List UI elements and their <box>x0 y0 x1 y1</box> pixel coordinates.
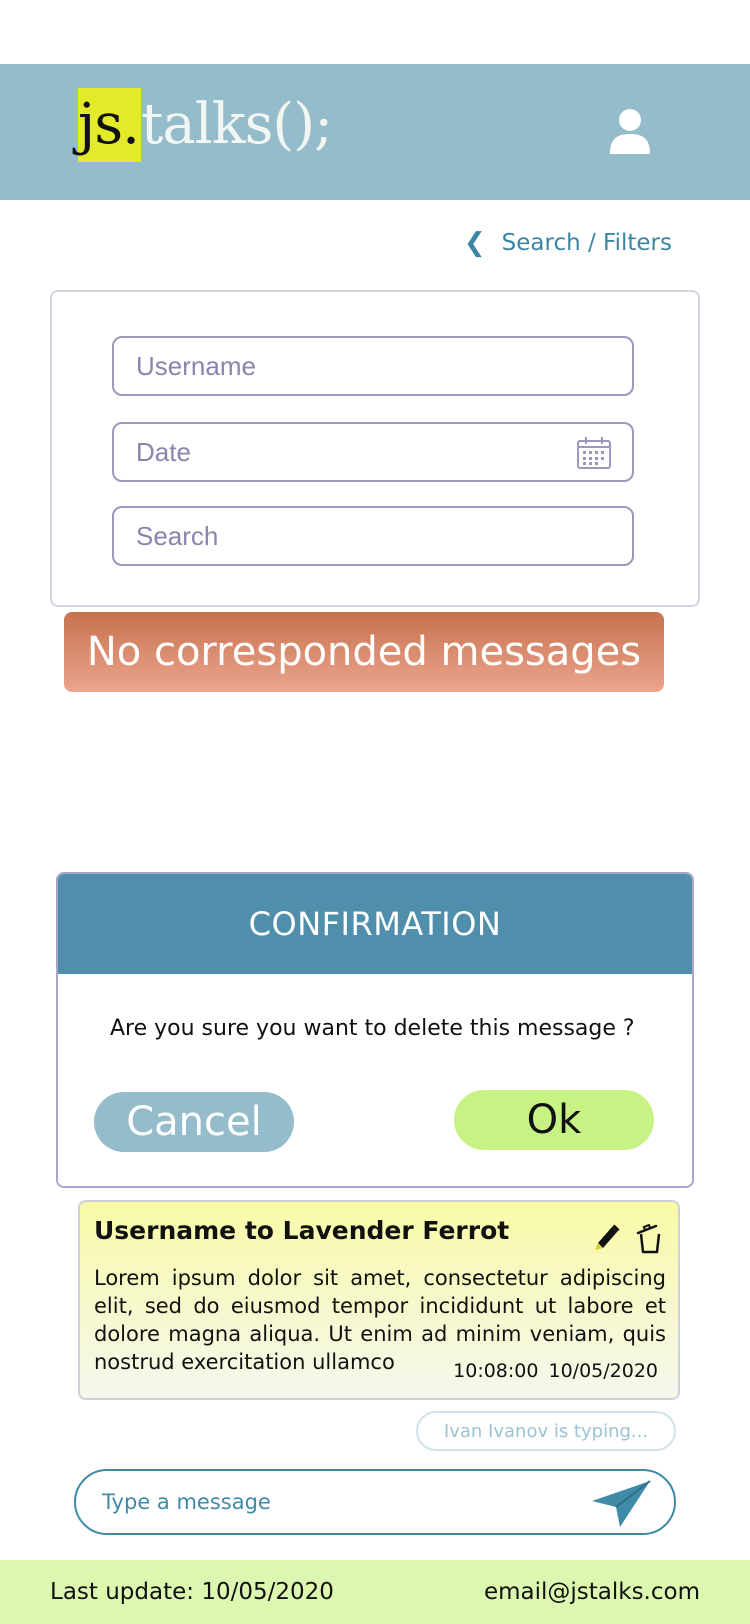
cancel-button[interactable]: Cancel <box>94 1092 294 1152</box>
message-title: Username to Lavender Ferrot <box>94 1216 510 1245</box>
username-input[interactable] <box>136 350 610 382</box>
message-time: 10:08:00 <box>453 1360 539 1382</box>
ok-button[interactable]: Ok <box>454 1090 654 1150</box>
logo-talks: talks(); <box>140 92 333 157</box>
dialog-title: CONFIRMATION <box>58 874 692 974</box>
edit-icon[interactable] <box>592 1222 620 1252</box>
message-timestamp: 10:08:00 10/05/2020 <box>453 1360 658 1382</box>
typing-indicator: Ivan Ivanov is typing... <box>416 1411 676 1451</box>
search-filters-label: Search / Filters <box>501 230 672 256</box>
search-field-wrapper <box>112 506 634 566</box>
search-input[interactable] <box>136 520 610 552</box>
contact-email[interactable]: email@jstalks.com <box>484 1579 700 1605</box>
filter-panel <box>50 290 700 607</box>
message-card: Username to Lavender Ferrot Lorem ipsum … <box>78 1200 680 1400</box>
username-field-wrapper <box>112 336 634 396</box>
message-date: 10/05/2020 <box>548 1360 658 1382</box>
logo-js: js. <box>78 88 141 162</box>
chevron-left-icon: ❮ <box>463 228 486 258</box>
date-field-wrapper <box>112 422 634 482</box>
app-footer: Last update: 10/05/2020 email@jstalks.co… <box>0 1560 750 1624</box>
delete-icon[interactable] <box>636 1224 662 1254</box>
dialog-question: Are you sure you want to delete this mes… <box>110 1016 635 1041</box>
confirmation-dialog: CONFIRMATION Are you sure you want to de… <box>56 872 694 1188</box>
no-messages-alert: No corresponded messages <box>64 612 664 692</box>
calendar-icon[interactable] <box>576 436 612 470</box>
message-input[interactable] <box>102 1490 542 1514</box>
date-input[interactable] <box>136 436 610 468</box>
search-filters-link[interactable]: ❮ Search / Filters <box>464 228 672 258</box>
user-icon[interactable] <box>608 108 652 154</box>
send-icon[interactable] <box>590 1479 652 1529</box>
message-composer <box>74 1469 676 1535</box>
app-logo[interactable]: js. talks(); <box>78 88 333 162</box>
last-update-text: Last update: 10/05/2020 <box>50 1579 334 1605</box>
